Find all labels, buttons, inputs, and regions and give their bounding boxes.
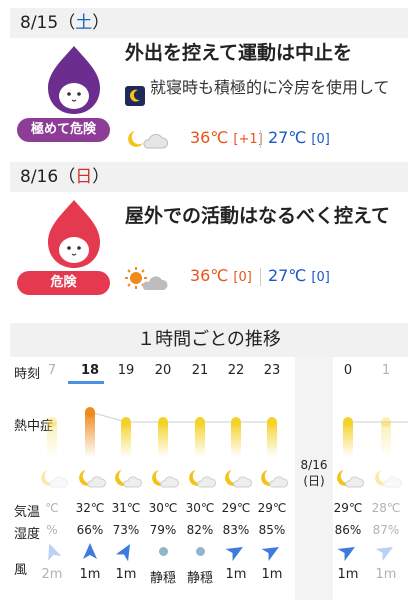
moon-cloud-icon — [252, 467, 292, 489]
hour-label: 21 — [191, 363, 209, 378]
headline: 屋外での活動はなるべく控えて — [125, 205, 391, 227]
hourly-table[interactable]: 8/16 (日) 時刻 熱中症 気温 湿度 風 7 ℃% 2m 18 32℃ 66% 1m 1… — [10, 357, 408, 600]
hour-label: 19 — [117, 363, 135, 378]
temp-cell: 29℃ — [221, 501, 251, 515]
heat-level-dot — [195, 417, 205, 427]
date-label: 8/16 — [20, 167, 59, 187]
date-bar-day2: 8/16（日） — [10, 162, 408, 192]
temp-cell: ℃ — [45, 501, 59, 515]
date-bar-day1: 8/15（土） — [10, 8, 408, 38]
level-badge: 危険 — [17, 271, 110, 295]
moon-cloud-icon — [70, 467, 110, 489]
hour-label: 23 — [263, 363, 281, 378]
date-label: 8/15 — [20, 13, 59, 33]
moon-cloud-icon — [366, 467, 406, 489]
advice-text: 就寝時も積極的に冷房を使用して — [150, 78, 390, 97]
temp-low: 27℃ [0] — [268, 266, 330, 285]
moon-cloud-icon — [328, 467, 368, 489]
humidity-cell: % — [46, 523, 58, 537]
heat-level-dot — [267, 417, 277, 427]
wind-speed-cell: 1m — [115, 567, 137, 582]
heat-level-dot — [85, 407, 95, 417]
calm-wind-icon — [196, 547, 205, 556]
wind-arrow-icon — [252, 541, 292, 562]
humidity-cell: 79% — [149, 523, 177, 537]
heat-level-dot — [121, 417, 131, 427]
divider — [260, 268, 261, 286]
wind-arrow-icon — [366, 541, 406, 562]
humidity-cell: 73% — [112, 523, 140, 537]
heat-bar — [158, 422, 168, 457]
wind-speed-cell: 静穏 — [149, 571, 176, 586]
wind-arrow-icon — [328, 541, 368, 562]
humidity-cell: 66% — [76, 523, 104, 537]
wind-speed-cell: 1m — [225, 567, 247, 582]
day-of-week: 日 — [75, 167, 93, 187]
wind-speed-cell: 1m — [261, 567, 283, 582]
temp-cell: 32℃ — [75, 501, 105, 515]
wind-arrow-icon — [106, 541, 146, 562]
wind-arrow-icon — [32, 541, 72, 561]
heat-mascot-danger-icon — [38, 198, 110, 274]
heat-bar — [47, 422, 57, 457]
temp-high: 36℃ [+1] — [190, 128, 263, 147]
temp-high: 36℃ [0] — [190, 266, 252, 285]
temp-cell: 29℃ — [257, 501, 287, 515]
temp-cell: 31℃ — [111, 501, 141, 515]
headline: 外出を控えて運動は中止を — [125, 42, 353, 64]
divider — [260, 130, 261, 148]
moon-cloud-icon — [32, 467, 72, 489]
hour-label: 1 — [381, 363, 391, 378]
heat-mascot-extreme-icon — [38, 44, 110, 120]
heat-bar — [231, 422, 241, 457]
wind-speed-cell: 1m — [79, 567, 101, 582]
temp-cell: 28℃ — [371, 501, 401, 515]
heat-bar — [267, 422, 277, 457]
hour-label: 18 — [80, 363, 100, 378]
wind-arrow-icon — [70, 541, 110, 561]
humidity-cell: 86% — [334, 523, 362, 537]
moon-cloud-icon — [106, 467, 146, 489]
hour-label: 20 — [154, 363, 172, 378]
heat-level-dot — [231, 417, 241, 427]
wind-speed-cell: 静穏 — [186, 571, 213, 586]
heat-level-dot — [381, 417, 391, 427]
heat-bar — [195, 422, 205, 457]
heat-bar — [381, 422, 391, 457]
sun-cloud-icon — [125, 266, 169, 296]
humidity-cell: 85% — [258, 523, 286, 537]
level-badge: 極めて危険 — [17, 118, 110, 142]
temp-cell: 29℃ — [333, 501, 363, 515]
hour-label: 7 — [47, 363, 57, 378]
day-of-week: 土 — [75, 13, 93, 33]
wind-speed-cell: 2m — [41, 567, 63, 582]
heat-level-dot — [47, 417, 57, 427]
temp-low: 27℃ [0] — [268, 128, 330, 147]
humidity-cell: 83% — [222, 523, 250, 537]
heat-level-dot — [158, 417, 168, 427]
wind-speed-cell: 1m — [337, 567, 359, 582]
moon-cloud-icon — [125, 128, 169, 154]
heat-bar — [121, 422, 131, 457]
temp-cell: 30℃ — [185, 501, 215, 515]
heat-bar — [343, 422, 353, 457]
humidity-cell: 82% — [186, 523, 214, 537]
hour-label: 22 — [227, 363, 245, 378]
wind-speed-cell: 1m — [375, 567, 397, 582]
moon-icon — [125, 86, 145, 106]
moon-cloud-icon — [143, 467, 183, 489]
hour-label: 0 — [343, 363, 353, 378]
moon-cloud-icon — [216, 467, 256, 489]
temp-cell: 30℃ — [148, 501, 178, 515]
calm-wind-icon — [159, 547, 168, 556]
heat-level-dot — [343, 417, 353, 427]
humidity-cell: 87% — [372, 523, 400, 537]
wind-arrow-icon — [216, 541, 256, 562]
hourly-section-title: １時間ごとの推移 — [10, 323, 408, 357]
moon-cloud-icon — [180, 467, 220, 489]
heat-bar — [85, 412, 95, 457]
